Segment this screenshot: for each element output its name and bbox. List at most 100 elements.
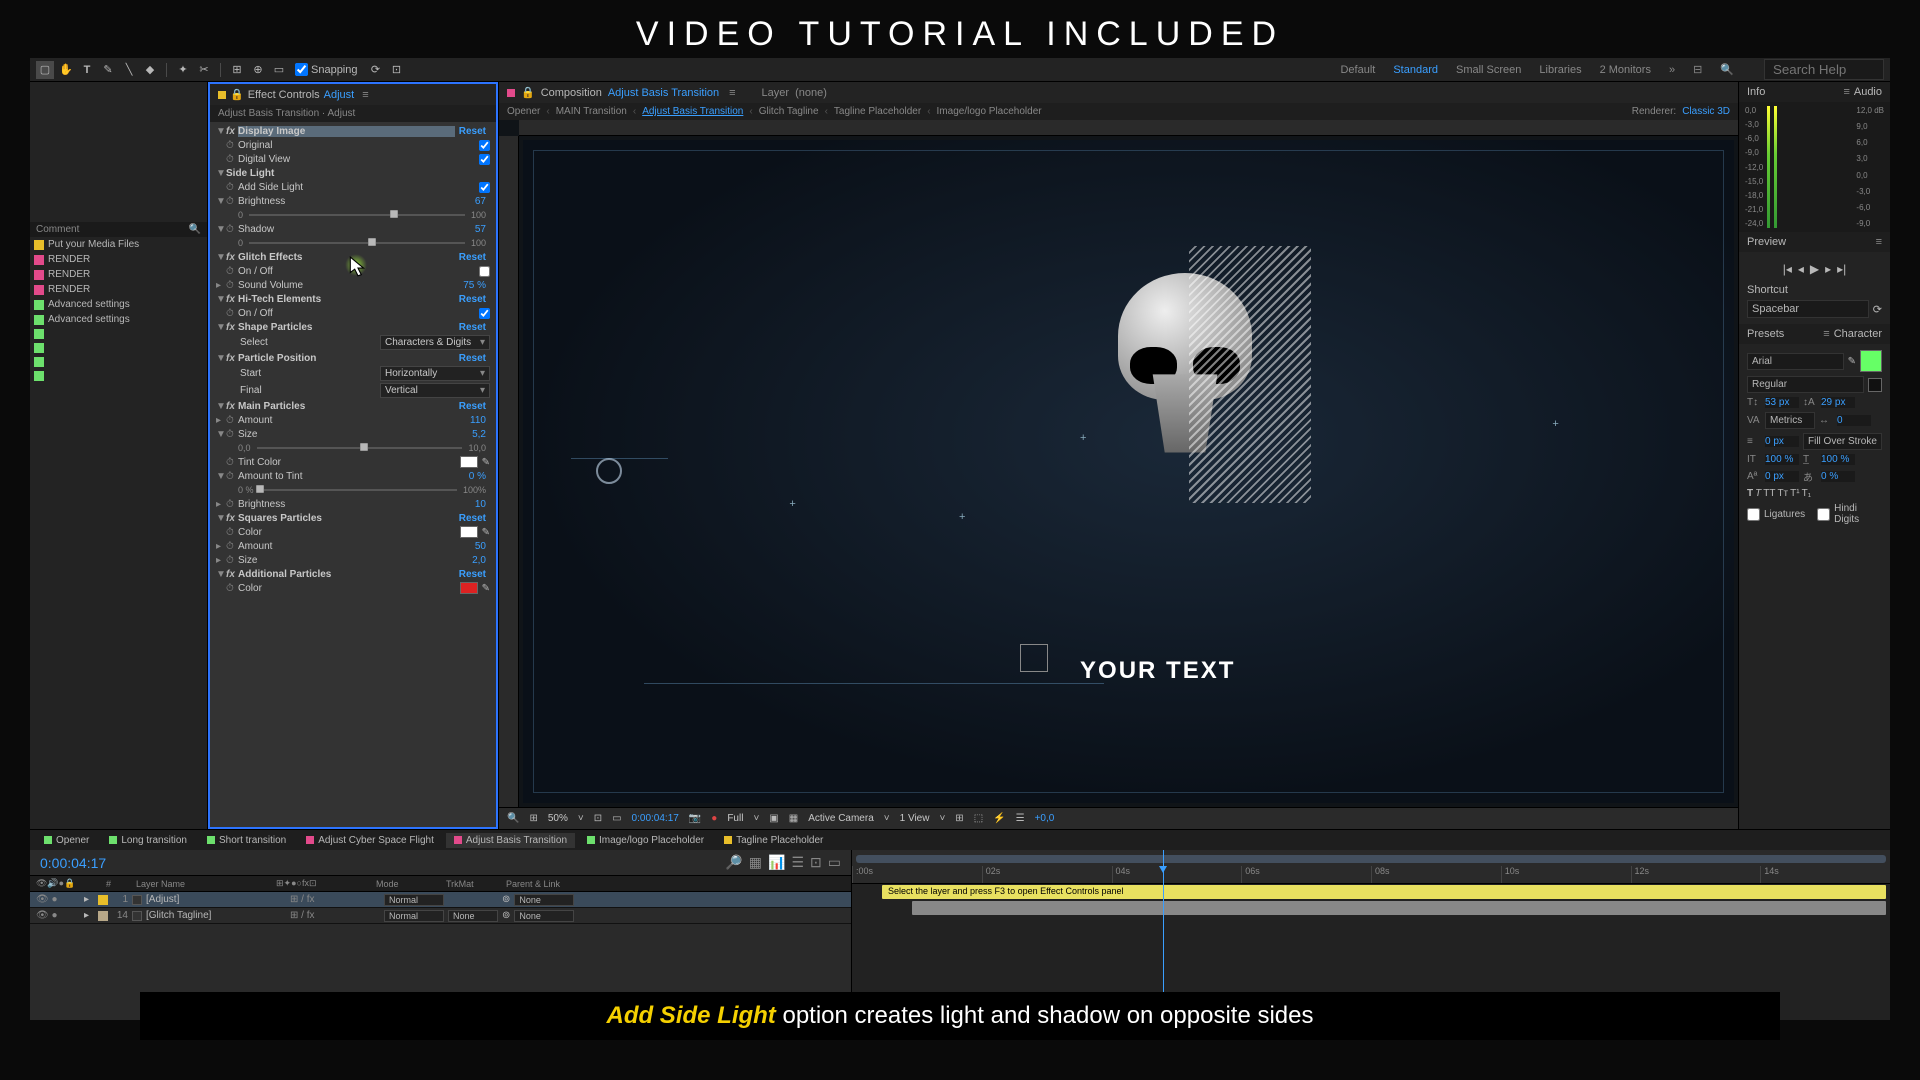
crumb-main[interactable]: MAIN Transition — [556, 106, 627, 117]
pickwhip-icon[interactable]: ⊚ — [502, 910, 510, 921]
timeline-layer-2[interactable]: 👁 ● ▸ 14 [Glitch Tagline] ⊞ / fx Normal … — [30, 908, 851, 924]
ligatures-checkbox[interactable] — [1747, 508, 1760, 521]
text-tool-icon[interactable]: T — [78, 61, 96, 79]
project-search-icon[interactable]: 🔍 — [189, 224, 201, 235]
hitech-checkbox[interactable] — [479, 308, 490, 319]
layer-name-col[interactable]: Layer Name — [136, 879, 276, 889]
ws-default[interactable]: Default — [1340, 64, 1375, 76]
hand-tool-icon[interactable]: ✋ — [57, 61, 75, 79]
reset-link[interactable]: Reset — [455, 252, 490, 263]
tracking-input[interactable] — [1837, 415, 1871, 426]
reset-link[interactable]: Reset — [455, 294, 490, 305]
lock-icon[interactable]: 🔒 — [521, 86, 535, 99]
mp-bright-value[interactable]: 10 — [471, 499, 490, 510]
italic-icon[interactable]: T — [1755, 488, 1761, 499]
reset-link[interactable]: Reset — [455, 353, 490, 364]
view-opt-icon[interactable]: ⊞ — [955, 813, 963, 824]
font-family-dropdown[interactable]: Arial — [1747, 353, 1844, 370]
layer-color-chip[interactable] — [98, 895, 108, 905]
eyedropper-icon[interactable]: ✎ — [482, 457, 490, 468]
fx-glitch[interactable]: ▼fxGlitch EffectsReset — [210, 250, 496, 264]
mp-size-slider[interactable] — [360, 443, 368, 451]
work-area-bar[interactable] — [856, 855, 1886, 863]
camera-dropdown[interactable]: Active Camera — [808, 813, 874, 824]
reset-link[interactable]: Reset — [455, 322, 490, 333]
sq-color-swatch[interactable] — [460, 526, 478, 538]
puppet-tool-icon[interactable]: ✦ — [174, 61, 192, 79]
project-item[interactable]: RENDER — [30, 252, 207, 267]
glitch-onoff-checkbox[interactable] — [479, 266, 490, 277]
timeline-tab[interactable]: Tagline Placeholder — [716, 833, 831, 848]
fast-preview-icon[interactable]: ⚡ — [993, 813, 1005, 824]
text-bbox[interactable] — [1020, 644, 1048, 672]
loop-icon[interactable]: ⟳ — [1873, 303, 1882, 316]
layer-toggles[interactable]: 👁 ● — [36, 910, 80, 921]
comment-col[interactable]: Comment — [36, 224, 189, 235]
ws-monitors[interactable]: 2 Monitors — [1600, 64, 1651, 76]
label-color-chip[interactable] — [34, 315, 44, 325]
anchor-tool-icon[interactable]: ⊕ — [249, 61, 267, 79]
eyedropper-icon[interactable]: ✎ — [482, 583, 490, 594]
amount-value[interactable]: 110 — [466, 415, 490, 426]
parent-col[interactable]: Parent & Link — [506, 879, 596, 889]
exposure-value[interactable]: +0,0 — [1035, 813, 1055, 824]
bold-icon[interactable]: T — [1747, 488, 1753, 499]
project-item[interactable]: Put your Media Files — [30, 237, 207, 252]
brightness-slider[interactable] — [390, 210, 398, 218]
sound-value[interactable]: 75 % — [459, 280, 490, 291]
channel-icon[interactable]: ● — [711, 813, 717, 824]
project-item[interactable] — [30, 369, 207, 383]
label-color-chip[interactable] — [34, 270, 44, 280]
comp-name[interactable]: Adjust Basis Transition — [608, 87, 719, 99]
zoom-value[interactable]: 50% — [548, 813, 568, 824]
tl-switch-icon[interactable]: ⊡ — [810, 854, 822, 871]
baseline-input[interactable] — [1765, 471, 1799, 482]
project-item[interactable]: Advanced settings — [30, 312, 207, 327]
tsume-input[interactable] — [1821, 471, 1855, 482]
add-side-light-checkbox[interactable] — [479, 182, 490, 193]
reset-link[interactable]: Reset — [455, 126, 490, 137]
project-item[interactable]: RENDER — [30, 267, 207, 282]
original-checkbox[interactable] — [479, 140, 490, 151]
font-style-dropdown[interactable]: Regular — [1747, 376, 1864, 393]
eyedropper-icon[interactable]: ✎ — [482, 527, 490, 538]
label-color-chip[interactable] — [34, 240, 44, 250]
layer-toggles[interactable]: 👁 ● — [36, 894, 80, 905]
effect-controls-tab[interactable]: 🔒 Effect Controls Adjust ≡ — [210, 84, 496, 105]
timeline-tab[interactable]: Short transition — [199, 833, 294, 848]
trkmat-dropdown[interactable]: None — [448, 910, 498, 922]
timeline-tab[interactable]: Opener — [36, 833, 97, 848]
selection-tool-icon[interactable]: ▢ — [36, 61, 54, 79]
label-color-chip[interactable] — [34, 285, 44, 295]
label-color-chip[interactable] — [34, 300, 44, 310]
reset-link[interactable]: Reset — [455, 513, 490, 524]
mode-col[interactable]: Mode — [376, 879, 446, 889]
label-color-chip[interactable] — [34, 371, 44, 381]
tl-graph-icon[interactable]: 📊 — [768, 854, 785, 871]
panel-menu-icon[interactable]: ≡ — [1843, 86, 1849, 98]
project-item[interactable] — [30, 355, 207, 369]
size-value[interactable]: 5,2 — [468, 429, 490, 440]
label-color-chip[interactable] — [34, 343, 44, 353]
crumb-glitch[interactable]: Glitch Tagline — [759, 106, 819, 117]
resolution-dropdown[interactable]: Full — [727, 813, 743, 824]
panel-menu-icon[interactable]: ≡ — [1823, 328, 1829, 340]
transparency-icon[interactable]: ▦ — [789, 813, 798, 824]
preview-tab[interactable]: Preview≡ — [1739, 232, 1890, 252]
tl-search-icon[interactable]: 🔎 — [725, 854, 742, 871]
final-dropdown[interactable]: Vertical — [380, 383, 490, 398]
timeline-layer-1[interactable]: 👁 ● ▸ 1 [Adjust] ⊞ / fx Normal ⊚ None — [30, 892, 851, 908]
fx-particle-pos[interactable]: ▼fxParticle PositionReset — [210, 351, 496, 365]
fx-shape-particles[interactable]: ▼fxShape ParticlesReset — [210, 320, 496, 334]
tl-comp-icon[interactable]: ▦ — [749, 854, 762, 871]
grid-icon[interactable]: ⊞ — [529, 813, 537, 824]
crumb-opener[interactable]: Opener — [507, 106, 540, 117]
snapshot-icon[interactable]: 📷 — [689, 813, 701, 824]
sq-amount-value[interactable]: 50 — [471, 541, 490, 552]
pen-tool-icon[interactable]: ✎ — [99, 61, 117, 79]
last-frame-icon[interactable]: ▸| — [1837, 262, 1846, 276]
audio-tab[interactable]: Audio — [1854, 86, 1882, 98]
font-size-input[interactable] — [1765, 397, 1799, 408]
brightness-value[interactable]: 67 — [471, 196, 490, 207]
layer-bar-glitch[interactable] — [912, 901, 1886, 915]
